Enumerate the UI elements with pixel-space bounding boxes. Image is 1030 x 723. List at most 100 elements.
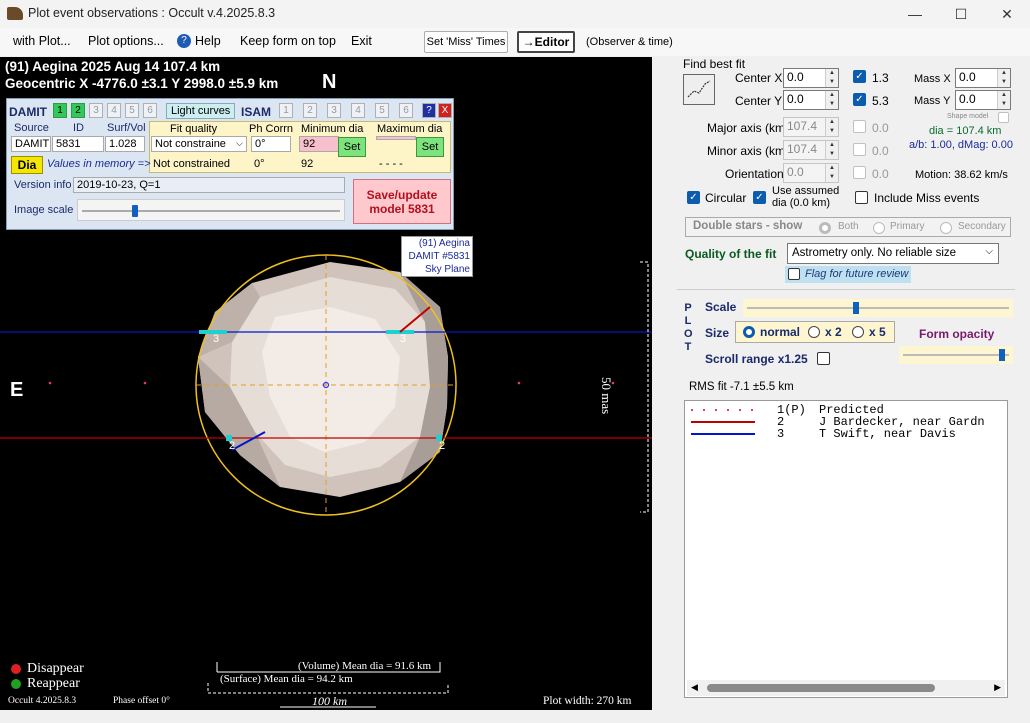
- center-x-input[interactable]: 0.0 ▲ ▼: [783, 68, 839, 88]
- shape-model-checkbox[interactable]: [998, 112, 1009, 123]
- best-fit-button[interactable]: [683, 74, 715, 105]
- scale-slider[interactable]: [743, 299, 1013, 317]
- surface-dia-label: (Surface) Mean dia = 94.2 km: [220, 673, 353, 685]
- save-update-model-button[interactable]: Save/update model 5831: [353, 179, 451, 224]
- isam-model-6[interactable]: 6: [399, 103, 413, 118]
- center-x-checkbox[interactable]: ✓: [853, 70, 866, 83]
- center-y-checkbox[interactable]: ✓: [853, 93, 866, 106]
- ds-both-radio[interactable]: [819, 222, 831, 234]
- scroll-range-checkbox[interactable]: [817, 352, 830, 365]
- asteroid-shape: [198, 262, 448, 497]
- orientation-input[interactable]: 0.0 ▲ ▼: [783, 163, 839, 183]
- size-x2-radio[interactable]: [808, 326, 820, 338]
- orientation-checkbox[interactable]: [853, 166, 866, 179]
- fit-quality-select[interactable]: Not constraine ⌵: [151, 136, 247, 152]
- spin-arrows-icon[interactable]: ▲ ▼: [825, 164, 838, 182]
- minor-axis-input[interactable]: 107.4 ▲ ▼: [783, 140, 839, 160]
- damit-model-3[interactable]: 3: [89, 103, 103, 118]
- source-field[interactable]: DAMIT: [11, 136, 51, 152]
- dia-button[interactable]: Dia: [11, 156, 43, 174]
- ph-corrn-field[interactable]: 0°: [251, 136, 291, 152]
- menu-plot-options[interactable]: Plot options...: [88, 34, 164, 48]
- mas-scale-label: 50 mas: [599, 377, 614, 415]
- scrollbar-thumb[interactable]: [707, 684, 935, 692]
- spin-arrows-icon[interactable]: ▲ ▼: [997, 91, 1010, 109]
- form-opacity-slider[interactable]: [899, 346, 1013, 364]
- ds-primary-radio[interactable]: [873, 222, 885, 234]
- menu-exit[interactable]: Exit: [351, 34, 372, 48]
- isam-model-2[interactable]: 2: [303, 103, 317, 118]
- quality-select[interactable]: Astrometry only. No reliable size ⌵: [787, 243, 999, 264]
- flag-review-checkbox[interactable]: [788, 268, 800, 280]
- damit-model-4[interactable]: 4: [107, 103, 121, 118]
- mass-x-input[interactable]: 0.0 ▲ ▼: [955, 68, 1011, 88]
- ab-dmag-readout: a/b: 1.00, dMag: 0.00: [909, 139, 1013, 151]
- scale-slider-thumb[interactable]: [853, 302, 859, 314]
- id-field[interactable]: 5831: [52, 136, 104, 152]
- menu-help[interactable]: ? Help: [177, 34, 221, 48]
- include-miss-checkbox[interactable]: [855, 191, 868, 204]
- damit-label: DAMIT: [9, 105, 47, 119]
- ds-secondary-radio[interactable]: [940, 222, 952, 234]
- spin-arrows-icon[interactable]: ▲ ▼: [997, 69, 1010, 87]
- flag-review-box: Flag for future review: [785, 266, 911, 283]
- damit-model-5[interactable]: 5: [125, 103, 139, 118]
- close-button[interactable]: ✕: [984, 0, 1030, 28]
- isam-model-5[interactable]: 5: [375, 103, 389, 118]
- spin-arrows-icon[interactable]: ▲ ▼: [825, 69, 838, 87]
- maximize-button[interactable]: ☐: [938, 0, 984, 28]
- include-miss-label: Include Miss events: [874, 191, 980, 205]
- minor-axis-checkbox[interactable]: [853, 143, 866, 156]
- circular-checkbox[interactable]: ✓: [687, 191, 700, 204]
- mas-scale-bar: [640, 261, 649, 513]
- legend-horizontal-scrollbar[interactable]: ◀ ▶: [687, 680, 1005, 696]
- minor-axis-value: 107.4: [787, 142, 818, 156]
- editor-button[interactable]: →Editor: [517, 31, 575, 53]
- col-min-dia: Minimum dia: [301, 123, 364, 135]
- major-axis-checkbox[interactable]: [853, 120, 866, 133]
- mass-y-input[interactable]: 0.0 ▲ ▼: [955, 90, 1011, 110]
- image-scale-slider[interactable]: [77, 199, 345, 221]
- scroll-left-icon[interactable]: ◀: [691, 682, 698, 693]
- min-dia-set-button[interactable]: Set: [338, 137, 366, 157]
- max-dia-field[interactable]: [376, 136, 416, 140]
- light-curves-button[interactable]: Light curves: [166, 103, 236, 119]
- isam-model-1[interactable]: 1: [279, 103, 293, 118]
- center-y-input[interactable]: 0.0 ▲ ▼: [783, 90, 839, 110]
- max-dia-set-button[interactable]: Set: [416, 137, 444, 157]
- damit-close-button[interactable]: X: [438, 103, 452, 118]
- plot-header-line2: Geocentric X -4776.0 ±3.1 Y 2998.0 ±5.9 …: [5, 76, 279, 91]
- double-stars-box: Double stars - show Both Primary Seconda…: [685, 217, 1011, 237]
- surfvol-field[interactable]: 1.028: [105, 136, 145, 152]
- use-assumed-checkbox[interactable]: ✓: [753, 191, 766, 204]
- image-scale-thumb[interactable]: [132, 205, 138, 217]
- volume-dia-label: (Volume) Mean dia = 91.6 km: [298, 660, 432, 672]
- minimize-button[interactable]: —: [892, 0, 938, 28]
- major-axis-input[interactable]: 107.4 ▲ ▼: [783, 117, 839, 137]
- spin-arrows-icon[interactable]: ▲ ▼: [825, 141, 838, 159]
- menu-keep-on-top[interactable]: Keep form on top: [240, 34, 336, 48]
- min-dia-field[interactable]: 92: [299, 136, 339, 152]
- menu-with-plot[interactable]: with Plot...: [13, 34, 71, 48]
- plot-letter-p: P: [684, 302, 692, 314]
- opacity-slider-thumb[interactable]: [999, 349, 1005, 361]
- quality-label: Quality of the fit: [685, 247, 777, 261]
- isam-model-3[interactable]: 3: [327, 103, 341, 118]
- mass-x-label: Mass X: [914, 73, 951, 85]
- damit-model-2[interactable]: 2: [71, 103, 85, 118]
- scroll-right-icon[interactable]: ▶: [994, 682, 1001, 693]
- damit-model-1[interactable]: 1: [53, 103, 67, 118]
- damit-help-button[interactable]: ?: [422, 103, 436, 118]
- size-label: Size: [705, 326, 730, 340]
- center-y-label: Center Y: [735, 94, 783, 108]
- size-x5-radio[interactable]: [852, 326, 864, 338]
- reappear-dot: [11, 679, 21, 689]
- damit-model-6[interactable]: 6: [143, 103, 157, 118]
- spin-arrows-icon[interactable]: ▲ ▼: [825, 91, 838, 109]
- ph-corrn-memory: 0°: [254, 158, 265, 170]
- isam-model-4[interactable]: 4: [351, 103, 365, 118]
- center-y-step: 5.3: [872, 94, 889, 108]
- spin-arrows-icon[interactable]: ▲ ▼: [825, 118, 838, 136]
- set-miss-times-button[interactable]: Set 'Miss' Times: [424, 31, 508, 53]
- size-normal-radio[interactable]: [743, 326, 755, 338]
